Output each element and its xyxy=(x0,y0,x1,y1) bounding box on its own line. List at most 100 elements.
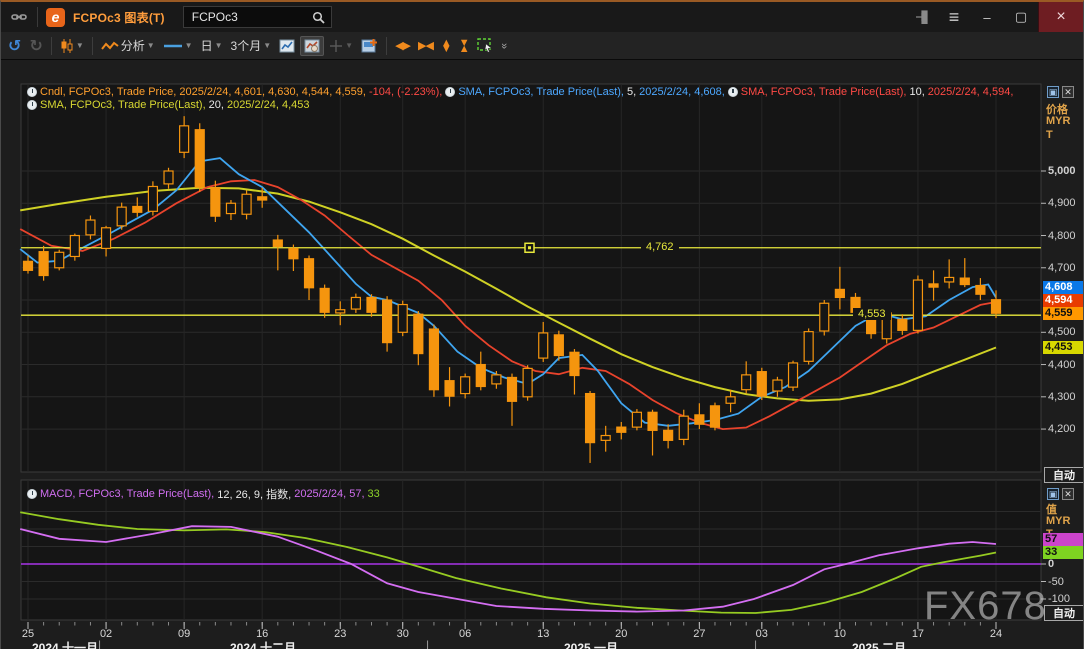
candle-body xyxy=(164,171,173,184)
clock-icon xyxy=(27,100,37,110)
legend2-segment: 2025/2/24, 4,453 xyxy=(227,99,310,111)
candle-body xyxy=(86,220,95,235)
level-label: 4,762 xyxy=(641,241,679,253)
candle-body xyxy=(539,333,548,358)
candle-body xyxy=(492,375,501,384)
month-separator: | xyxy=(426,638,429,649)
candle-body xyxy=(710,406,719,427)
candle-body xyxy=(398,305,407,333)
candle-body xyxy=(414,314,423,353)
axis-macd-badge: 33 xyxy=(1043,546,1083,559)
candle-body xyxy=(898,319,907,330)
candle-body xyxy=(461,377,470,394)
auto-scale-button-macd[interactable]: 自动 xyxy=(1044,605,1084,621)
price-tick: 4,300 xyxy=(1048,391,1076,403)
pane-close-icon[interactable]: ✕ xyxy=(1062,488,1074,500)
x-axis-tick-label: 09 xyxy=(178,628,190,640)
legend1-segment: SMA, FCPOc3, Trade Price(Last), xyxy=(458,86,624,98)
pane-controls: ▣✕ xyxy=(1047,86,1074,98)
x-axis-tick-label: 06 xyxy=(459,628,471,640)
price-tick: 4,500 xyxy=(1048,326,1076,338)
price-tick: 4,400 xyxy=(1048,359,1076,371)
candle-body xyxy=(211,188,220,216)
candle-body xyxy=(289,248,298,258)
axis-price-badge: 4,608 xyxy=(1043,281,1083,294)
candle-body xyxy=(273,240,282,246)
level-label: 4,553 xyxy=(853,308,891,320)
price-pane[interactable] xyxy=(21,84,1041,472)
candle-body xyxy=(913,280,922,330)
x-axis-tick-label: 24 xyxy=(990,628,1002,640)
x-axis-tick-label: 10 xyxy=(834,628,846,640)
auto-scale-button-price[interactable]: 自动 xyxy=(1044,467,1084,483)
candle-body xyxy=(835,289,844,297)
legend1-segment: 2025/2/24, 4,594, xyxy=(928,86,1014,98)
candle-body xyxy=(508,377,517,401)
candle-body xyxy=(523,368,532,396)
legend1-segment: 5, xyxy=(627,86,636,98)
clock-icon xyxy=(27,87,37,97)
macd-tick: 0 xyxy=(1048,558,1054,570)
candle-body xyxy=(617,427,626,432)
candle-body xyxy=(632,412,641,427)
candle-body xyxy=(726,397,735,403)
candle-body xyxy=(742,375,751,390)
candle-body xyxy=(570,352,579,375)
clock-icon xyxy=(728,87,738,97)
candle-body xyxy=(820,303,829,331)
pane-close-icon[interactable]: ✕ xyxy=(1062,86,1074,98)
legend1-segment: -104, (-2.23%), xyxy=(369,86,442,98)
legend1-segment: SMA, FCPOc3, Trade Price(Last), xyxy=(741,86,907,98)
candle-body xyxy=(648,412,657,430)
x-axis-tick-label: 03 xyxy=(756,628,768,640)
clock-icon xyxy=(445,87,455,97)
candle-body xyxy=(320,288,329,312)
axis-macd-badge: 57 xyxy=(1043,533,1083,546)
candle-body xyxy=(70,236,79,257)
month-separator: | xyxy=(98,638,101,649)
axis-price-badge: 4,594 xyxy=(1043,294,1083,307)
candle-body xyxy=(367,297,376,312)
legend1-segment: 10, xyxy=(909,86,924,98)
axis-price-badge: 4,453 xyxy=(1043,341,1083,354)
axis-price-badge: 4,559 xyxy=(1043,307,1083,320)
candle-body xyxy=(976,286,985,295)
macd-legend-segment: 33 xyxy=(368,488,380,500)
candle-body xyxy=(945,277,954,282)
x-axis-tick-label: 23 xyxy=(334,628,346,640)
macd-legend-segment: 2025/2/24, 57, xyxy=(294,488,364,500)
candle-body xyxy=(133,206,142,212)
candle-body xyxy=(148,186,157,211)
month-separator: | xyxy=(754,638,757,649)
candle-body xyxy=(383,300,392,343)
legend1-segment: 2025/2/24, 4,608, xyxy=(639,86,725,98)
pane-restore-icon[interactable]: ▣ xyxy=(1047,488,1059,500)
price-legend-line1: Cndl, FCPOc3, Trade Price, 2025/2/24, 4,… xyxy=(27,86,1013,98)
candle-body xyxy=(195,130,204,187)
macd-tick: -50 xyxy=(1048,576,1064,588)
x-axis-tick-label: 27 xyxy=(693,628,705,640)
candle-body xyxy=(804,332,813,362)
candle-body xyxy=(258,197,267,200)
x-axis-month-label: 2024 十一月 xyxy=(32,639,98,649)
price-currency-label: MYR xyxy=(1046,115,1070,127)
x-axis-month-label: 2025 一月 xyxy=(564,639,618,649)
price-tick: 4,700 xyxy=(1048,262,1076,274)
candle-body xyxy=(960,278,969,284)
macd-legend-segment: MACD, FCPOc3, Trade Price(Last), xyxy=(40,488,214,500)
candle-body xyxy=(39,252,48,276)
macd-legend-segment: 12, 26, 9, 指数, xyxy=(217,486,291,502)
candle-body xyxy=(429,329,438,390)
pane-restore-icon[interactable]: ▣ xyxy=(1047,86,1059,98)
candle-body xyxy=(992,300,1001,314)
x-axis-tick-label: 30 xyxy=(397,628,409,640)
clock-icon xyxy=(27,489,37,499)
x-axis-month-label: 2025 二月 xyxy=(852,639,906,649)
candle-body xyxy=(180,126,189,152)
candle-body xyxy=(226,203,235,213)
candle-body xyxy=(336,310,345,313)
legend2-segment: SMA, FCPOc3, Trade Price(Last), xyxy=(40,99,206,111)
candle-body xyxy=(351,297,360,309)
candle-body xyxy=(476,365,485,387)
candle-body xyxy=(929,284,938,287)
